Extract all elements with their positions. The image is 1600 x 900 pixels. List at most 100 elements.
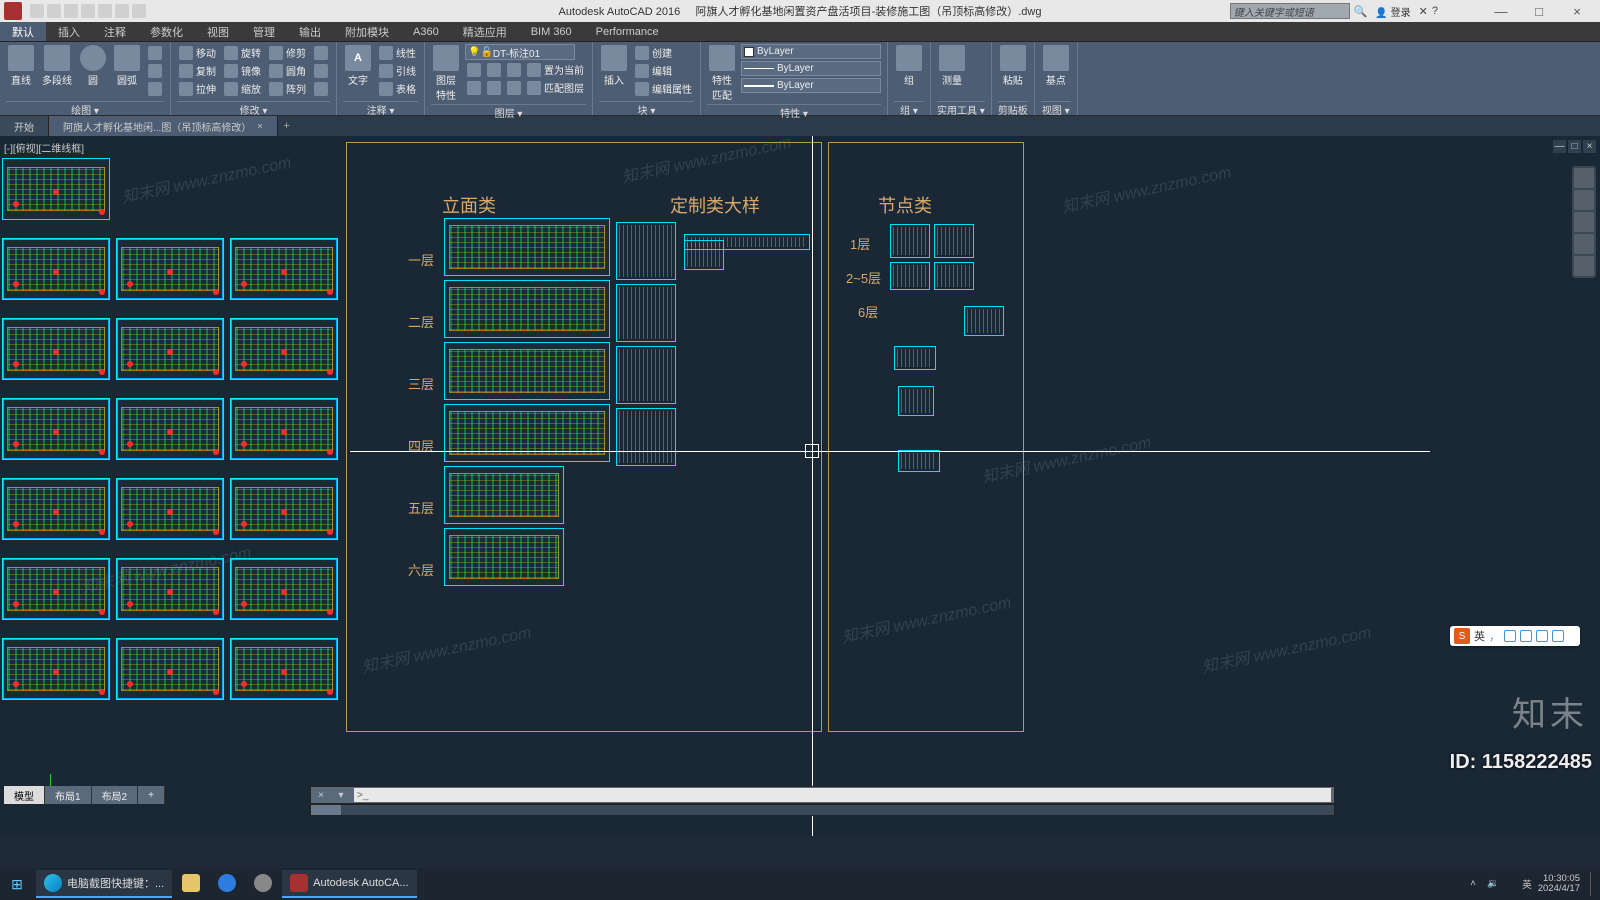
panel-title-properties[interactable]: 特性 ▾: [707, 104, 881, 118]
tool-modify-m2[interactable]: [312, 62, 330, 79]
close-icon[interactable]: ×: [257, 121, 262, 131]
ribbon-tab-bim360[interactable]: BIM 360: [519, 22, 584, 41]
ribbon-tab-manage[interactable]: 管理: [241, 22, 287, 41]
cmd-config-icon[interactable]: ▾: [334, 788, 348, 802]
tool-block-create[interactable]: 创建: [633, 44, 694, 61]
ribbon-tab-view[interactable]: 视图: [195, 22, 241, 41]
ribbon-tab-performance[interactable]: Performance: [584, 22, 671, 41]
task-app-grey[interactable]: [246, 870, 280, 898]
tool-modify-m1[interactable]: [312, 44, 330, 61]
tool-move[interactable]: 移动: [177, 44, 218, 61]
task-autocad[interactable]: Autodesk AutoCA...: [282, 870, 416, 898]
tool-array[interactable]: 阵列: [267, 80, 308, 97]
ribbon-tab-addin[interactable]: 附加模块: [333, 22, 401, 41]
window-minimize[interactable]: —: [1482, 0, 1520, 22]
tool-polyline[interactable]: 多段线: [40, 44, 74, 88]
qat-save-icon[interactable]: [64, 4, 78, 18]
exchange-icon[interactable]: ✕: [1419, 5, 1428, 18]
tool-measure[interactable]: 测量: [937, 44, 967, 88]
ime-lang[interactable]: 英: [1474, 628, 1485, 644]
ribbon-tab-a360[interactable]: A360: [401, 22, 451, 41]
tool-leader[interactable]: 引线: [377, 62, 418, 79]
app-icon[interactable]: [4, 2, 22, 20]
tool-rotate[interactable]: 旋转: [222, 44, 263, 61]
tool-text[interactable]: A文字: [343, 44, 373, 88]
tool-mirror[interactable]: 镜像: [222, 62, 263, 79]
tool-layer-off[interactable]: [465, 61, 483, 78]
tool-base[interactable]: 基点: [1041, 44, 1071, 88]
panel-title-view[interactable]: 视图 ▾: [1041, 101, 1071, 115]
help-icon[interactable]: ?: [1432, 5, 1438, 17]
signin-button[interactable]: 👤 登录: [1371, 4, 1414, 19]
tool-dim-linear[interactable]: 线性: [377, 44, 418, 61]
panel-title-layers[interactable]: 图层 ▾: [431, 104, 586, 118]
ribbon-tab-parametric[interactable]: 参数化: [138, 22, 195, 41]
panel-title-draw[interactable]: 绘图 ▾: [6, 101, 164, 115]
tool-match-props[interactable]: 特性 匹配: [707, 44, 737, 103]
tray-ime[interactable]: 英: [1522, 877, 1532, 891]
ime-toolbar[interactable]: S 英 ，: [1450, 626, 1580, 646]
ribbon-tab-default[interactable]: 默认: [0, 22, 46, 41]
tool-block-edit[interactable]: 编辑: [633, 62, 694, 79]
tool-group[interactable]: 组: [894, 44, 924, 88]
layout-tab-model[interactable]: 模型: [4, 786, 45, 804]
file-tab-doc[interactable]: 阿旗人才孵化基地闲...图（吊顶标高修改）×: [49, 116, 278, 136]
ribbon-tab-insert[interactable]: 插入: [46, 22, 92, 41]
window-maximize[interactable]: □: [1520, 0, 1558, 22]
tool-insert-block[interactable]: 插入: [599, 44, 629, 88]
tool-trim[interactable]: 修剪: [267, 44, 308, 61]
tray-net-icon[interactable]: 🔉: [1487, 878, 1499, 890]
ime-btn2[interactable]: [1520, 630, 1532, 642]
ime-btn3[interactable]: [1536, 630, 1548, 642]
tool-layer-i3[interactable]: [505, 79, 523, 96]
tool-block-editattr[interactable]: 编辑属性: [633, 80, 694, 97]
horizontal-scrollbar[interactable]: [310, 804, 1335, 816]
ribbon-tab-featured[interactable]: 精选应用: [451, 22, 519, 41]
cmd-input[interactable]: >_: [354, 788, 1331, 802]
panel-title-utilities[interactable]: 实用工具 ▾: [937, 101, 985, 115]
start-button[interactable]: ⊞: [0, 868, 34, 900]
command-line[interactable]: × ▾ >_: [310, 786, 1335, 804]
search-input[interactable]: 键入关键字或短语: [1230, 3, 1350, 19]
ime-btn4[interactable]: [1552, 630, 1564, 642]
taskbar-clock[interactable]: 10:30:05 2024/4/17: [1538, 874, 1580, 895]
drawing-canvas[interactable]: [-][俯视][二维线框] — □ × 立面类 定制类大样 节点类 一层二层三层…: [0, 136, 1600, 836]
new-tab-button[interactable]: +: [278, 116, 296, 136]
prop-color-select[interactable]: ByLayer: [741, 44, 881, 59]
task-edge[interactable]: 电脑截图快捷键：...: [36, 870, 172, 898]
layer-dropdown[interactable]: 💡🔓 DT-标注01: [465, 44, 575, 60]
tool-copy[interactable]: 复制: [177, 62, 218, 79]
tool-layer-i2[interactable]: [485, 79, 503, 96]
search-icon[interactable]: 🔍: [1354, 5, 1368, 18]
panel-title-modify[interactable]: 修改 ▾: [177, 101, 330, 115]
tool-layer-lock[interactable]: [505, 61, 523, 78]
tool-layer-freeze[interactable]: [485, 61, 503, 78]
task-explorer[interactable]: [174, 870, 208, 898]
tool-scale[interactable]: 缩放: [222, 80, 263, 97]
qat-saveas-icon[interactable]: [81, 4, 95, 18]
panel-title-block[interactable]: 块 ▾: [599, 101, 694, 115]
tool-stretch[interactable]: 拉伸: [177, 80, 218, 97]
show-desktop[interactable]: [1590, 872, 1594, 896]
tool-arc[interactable]: 圆弧: [112, 44, 142, 88]
qat-redo-icon[interactable]: [132, 4, 146, 18]
tool-layer-i1[interactable]: [465, 79, 483, 96]
layout-tab-add[interactable]: +: [138, 786, 165, 804]
tool-circle[interactable]: 圆: [78, 44, 108, 88]
scrollbar-thumb[interactable]: [311, 805, 341, 815]
tool-modify-m3[interactable]: [312, 80, 330, 97]
layout-tab-layout1[interactable]: 布局1: [45, 786, 92, 804]
tool-draw-more1[interactable]: [146, 44, 164, 61]
tool-layer-props[interactable]: 图层 特性: [431, 44, 461, 103]
qat-plot-icon[interactable]: [98, 4, 112, 18]
ribbon-tab-annotate[interactable]: 注释: [92, 22, 138, 41]
qat-new-icon[interactable]: [30, 4, 44, 18]
tool-draw-more3[interactable]: [146, 80, 164, 97]
qat-open-icon[interactable]: [47, 4, 61, 18]
tool-paste[interactable]: 粘贴: [998, 44, 1028, 88]
tool-table[interactable]: 表格: [377, 80, 418, 97]
ime-btn1[interactable]: [1504, 630, 1516, 642]
cmd-close-icon[interactable]: ×: [314, 788, 328, 802]
prop-lineweight-select[interactable]: ByLayer: [741, 78, 881, 93]
tray-up-icon[interactable]: ˄: [1470, 878, 1482, 890]
